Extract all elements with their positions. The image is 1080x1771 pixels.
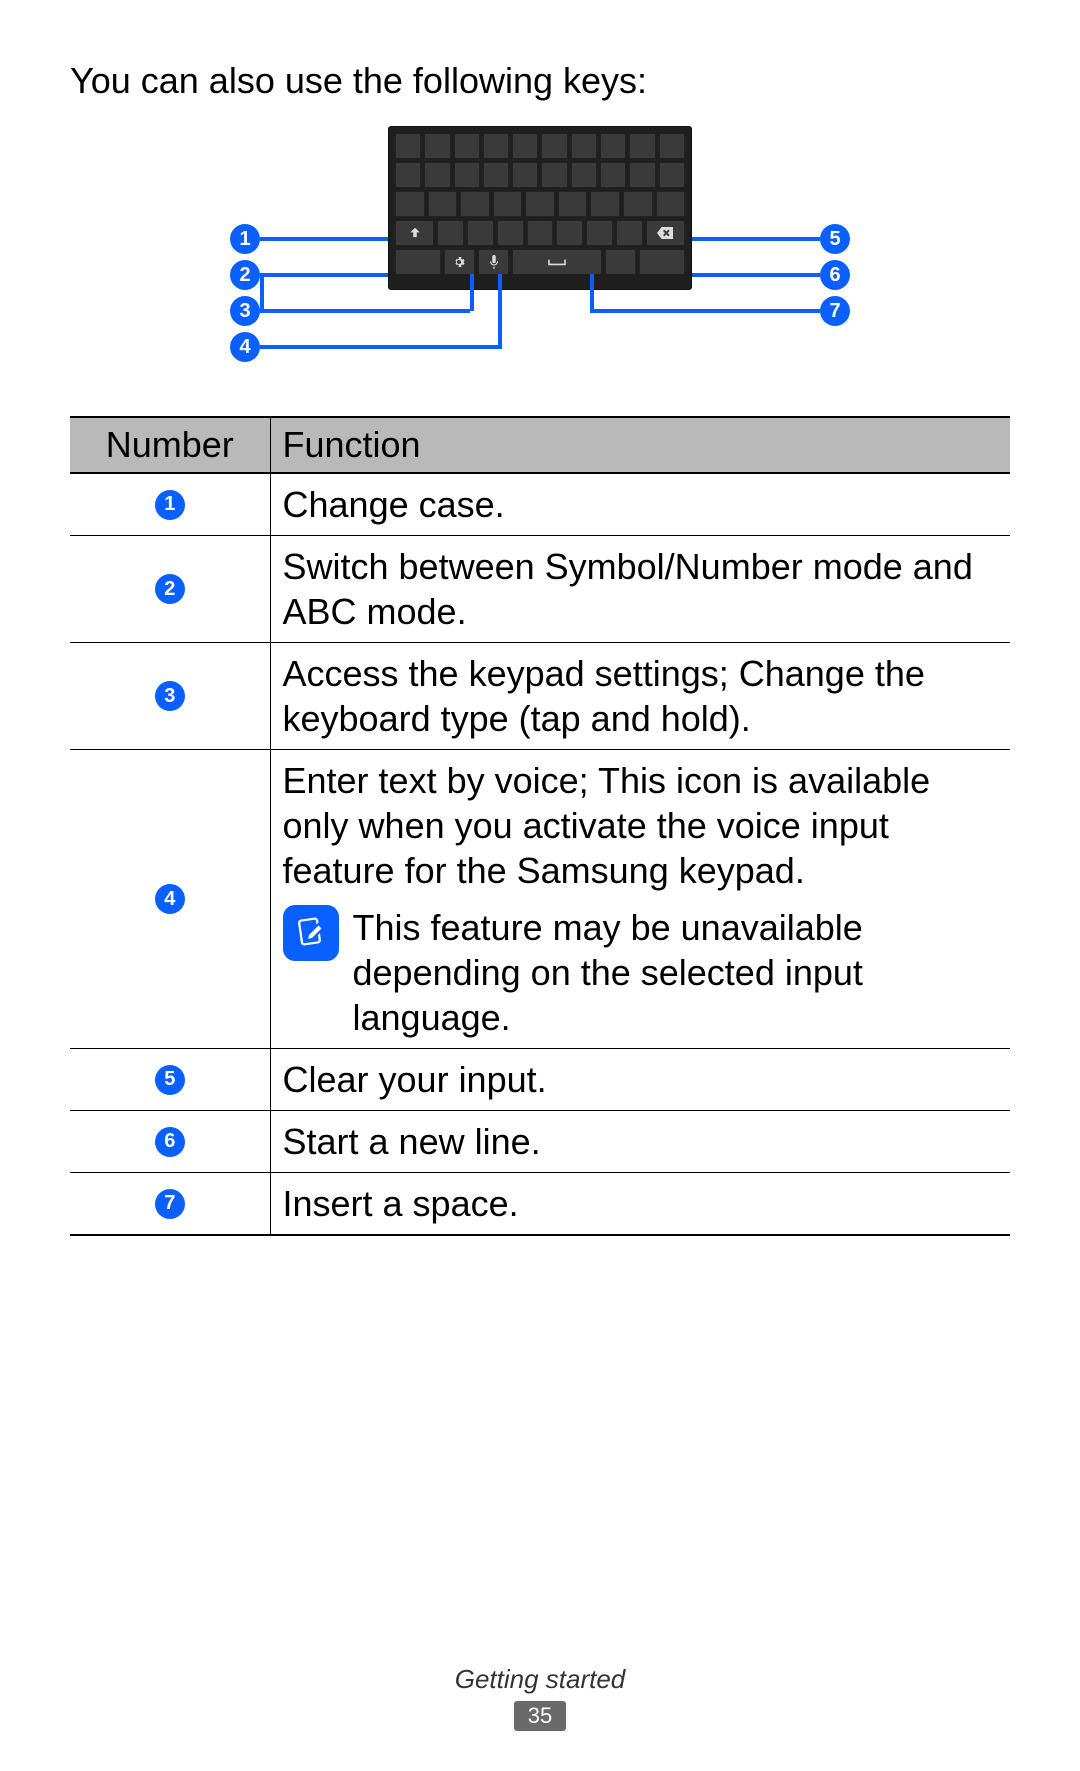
space-key-icon: [512, 249, 602, 275]
row-badge: 7: [155, 1189, 185, 1219]
table-row: 5 Clear your input.: [70, 1049, 1010, 1111]
row-function: Change case.: [270, 473, 1010, 536]
mic-key-icon: [478, 249, 509, 275]
row-badge: 2: [155, 574, 185, 604]
row-function-main: Enter text by voice; This icon is availa…: [283, 758, 999, 893]
shift-key-icon: [395, 220, 434, 246]
manual-page: You can also use the following keys:: [0, 0, 1080, 1771]
callout-badge-3: 3: [230, 296, 260, 326]
table-row: 6 Start a new line.: [70, 1111, 1010, 1173]
settings-key-icon: [444, 249, 475, 275]
row-function: Access the keypad settings; Change the k…: [270, 643, 1010, 750]
row-function: Enter text by voice; This icon is availa…: [270, 750, 1010, 1049]
callout-badge-1: 1: [230, 224, 260, 254]
note-icon: [283, 905, 339, 961]
note-block: This feature may be unavailable dependin…: [283, 905, 999, 1040]
callout-badge-5: 5: [820, 224, 850, 254]
callout-badge-7: 7: [820, 296, 850, 326]
table-row: 7 Insert a space.: [70, 1173, 1010, 1236]
backspace-key-icon: [646, 220, 685, 246]
row-badge: 1: [155, 490, 185, 520]
table-row: 3 Access the keypad settings; Change the…: [70, 643, 1010, 750]
row-badge: 5: [155, 1065, 185, 1095]
row-function: Switch between Symbol/Number mode and AB…: [270, 536, 1010, 643]
page-footer: Getting started 35: [0, 1664, 1080, 1731]
keyboard-diagram: 1 2 3 4 5 6: [70, 126, 1010, 386]
row-badge: 4: [155, 884, 185, 914]
callout-badge-4: 4: [230, 332, 260, 362]
row-badge: 3: [155, 681, 185, 711]
callout-badge-2: 2: [230, 260, 260, 290]
table-row: 4 Enter text by voice; This icon is avai…: [70, 750, 1010, 1049]
table-row: 2 Switch between Symbol/Number mode and …: [70, 536, 1010, 643]
callout-badge-6: 6: [820, 260, 850, 290]
page-number-badge: 35: [514, 1701, 566, 1731]
intro-text: You can also use the following keys:: [70, 60, 1010, 102]
function-table: Number Function 1 Change case. 2 Switch …: [70, 416, 1010, 1236]
table-header-number: Number: [70, 417, 270, 473]
note-text: This feature may be unavailable dependin…: [353, 905, 999, 1040]
row-function: Insert a space.: [270, 1173, 1010, 1236]
table-row: 1 Change case.: [70, 473, 1010, 536]
table-header-function: Function: [270, 417, 1010, 473]
row-badge: 6: [155, 1127, 185, 1157]
row-function: Clear your input.: [270, 1049, 1010, 1111]
footer-section-title: Getting started: [0, 1664, 1080, 1695]
row-function: Start a new line.: [270, 1111, 1010, 1173]
keyboard-illustration: [388, 126, 692, 290]
